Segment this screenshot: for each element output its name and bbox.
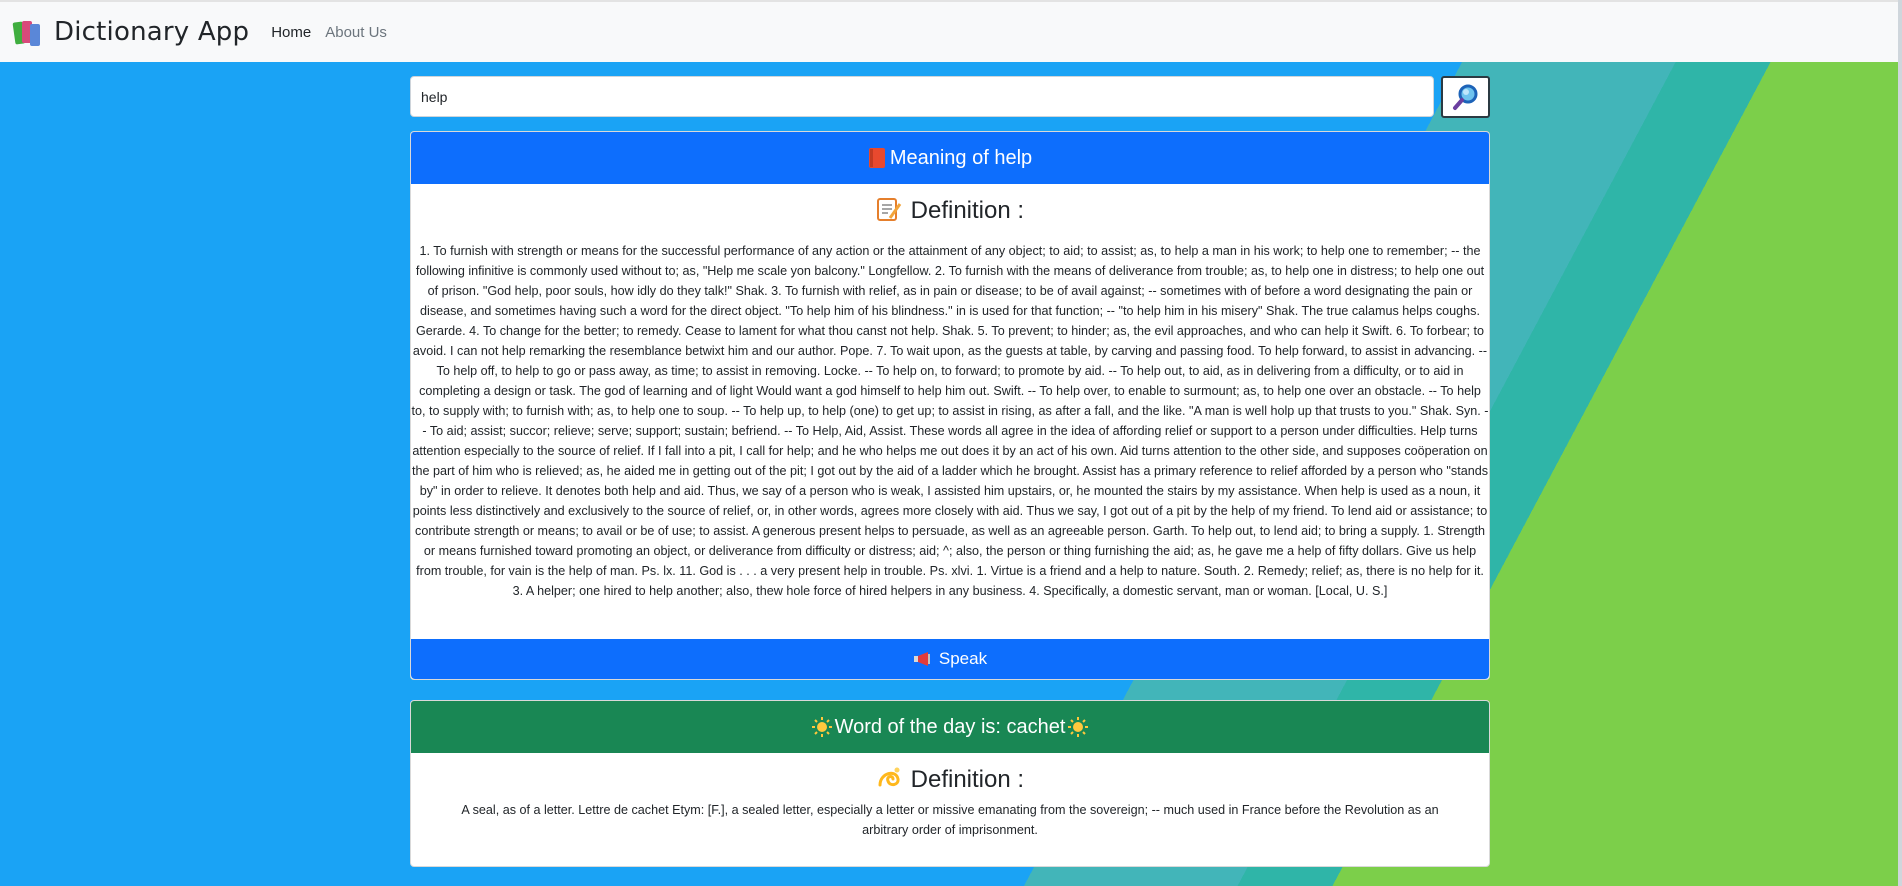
nav-link-about[interactable]: About Us: [325, 24, 387, 41]
memo-icon: [876, 198, 902, 221]
scrollbar[interactable]: [1898, 0, 1902, 886]
search-button[interactable]: [1441, 76, 1490, 118]
definition-title: Definition :: [910, 197, 1025, 224]
meaning-card-header: Meaning of help: [411, 132, 1489, 184]
books-icon: [12, 18, 42, 46]
brand-title[interactable]: Dictionary App: [54, 17, 249, 47]
sun-icon: [1068, 717, 1089, 737]
dizzy-icon: [878, 767, 900, 787]
speak-button[interactable]: Speak: [411, 639, 1489, 679]
word-of-day-card: Word of the day is: cachet Definition : …: [410, 700, 1490, 867]
meaning-title: Meaning of help: [889, 146, 1033, 169]
definition-heading: Definition :: [411, 196, 1489, 225]
nav-link-home[interactable]: Home: [271, 24, 311, 41]
magnifier-icon: [1452, 84, 1477, 110]
wotd-definition-title: Definition :: [910, 766, 1025, 793]
wotd-definition-text: A seal, as of a letter. Lettre de cachet…: [461, 803, 1439, 837]
meaning-card: Meaning of help Definition : 1. To furni…: [410, 131, 1490, 680]
word-of-day-header: Word of the day is: cachet: [411, 701, 1489, 753]
navbar: Dictionary App Home About Us: [0, 0, 1902, 62]
megaphone-icon: [913, 652, 930, 666]
sun-icon: [811, 717, 832, 737]
search-bar: [410, 76, 1490, 118]
red-book-icon: [868, 148, 885, 168]
word-of-day-title: Word of the day is: cachet: [834, 715, 1066, 738]
wotd-definition-heading: Definition :: [411, 765, 1489, 794]
speak-label: Speak: [938, 649, 988, 668]
search-input[interactable]: [410, 76, 1434, 117]
definition-text: 1. To furnish with strength or means for…: [411, 244, 1489, 598]
